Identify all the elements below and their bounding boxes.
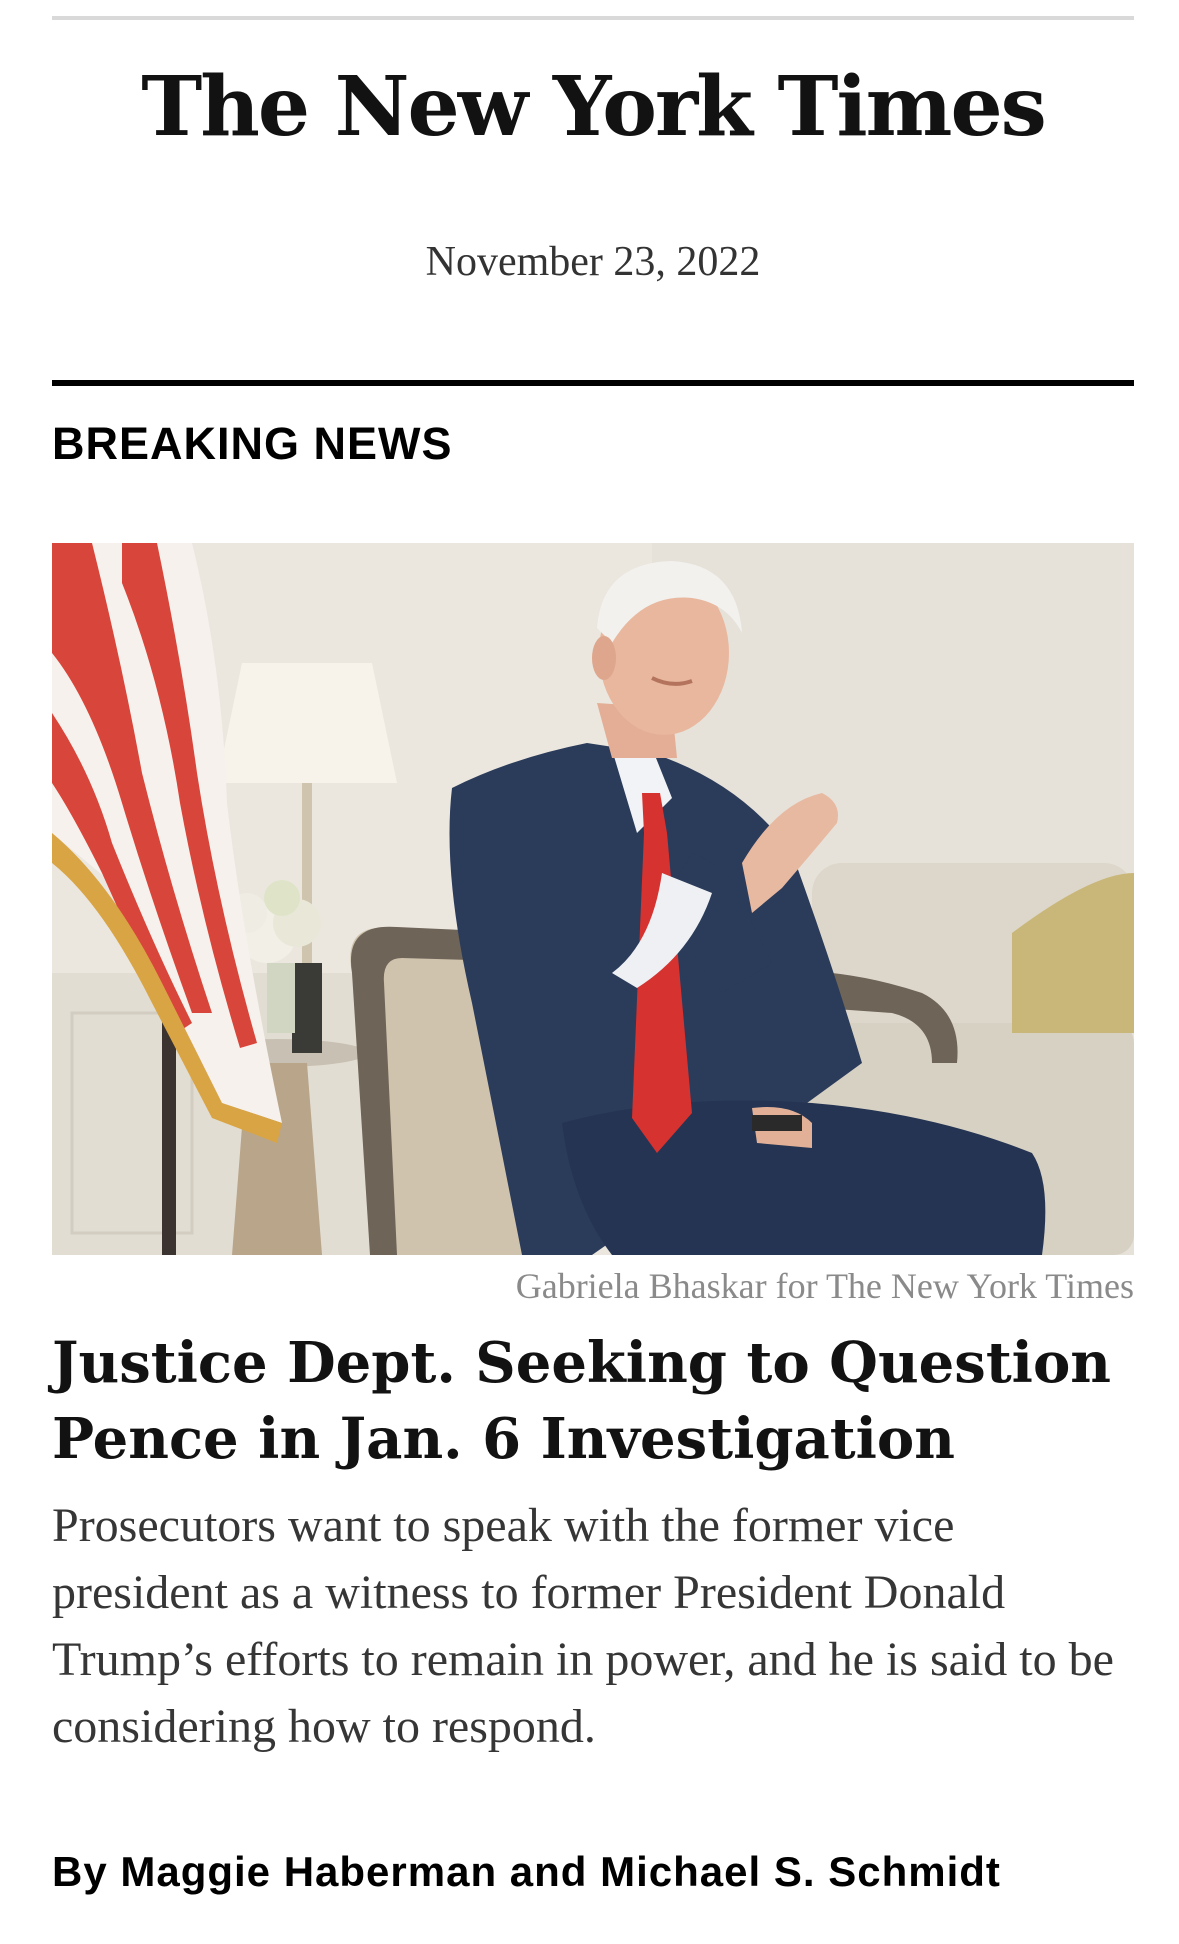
top-divider [52, 16, 1134, 20]
nyt-logo[interactable]: The New York Times [52, 58, 1134, 156]
section-divider [52, 380, 1134, 386]
article-photo[interactable] [52, 543, 1134, 1255]
article-headline[interactable]: Justice Dept. Seeking to Question Pence … [52, 1325, 1134, 1477]
breaking-news-label: BREAKING NEWS [52, 418, 453, 469]
article-summary: Prosecutors want to speak with the forme… [52, 1499, 1114, 1753]
article-byline: By Maggie Haberman and Michael S. Schmid… [52, 1848, 1001, 1895]
issue-date: November 23, 2022 [425, 239, 761, 285]
photo-credit: Gabriela Bhaskar for The New York Times [515, 1266, 1134, 1306]
